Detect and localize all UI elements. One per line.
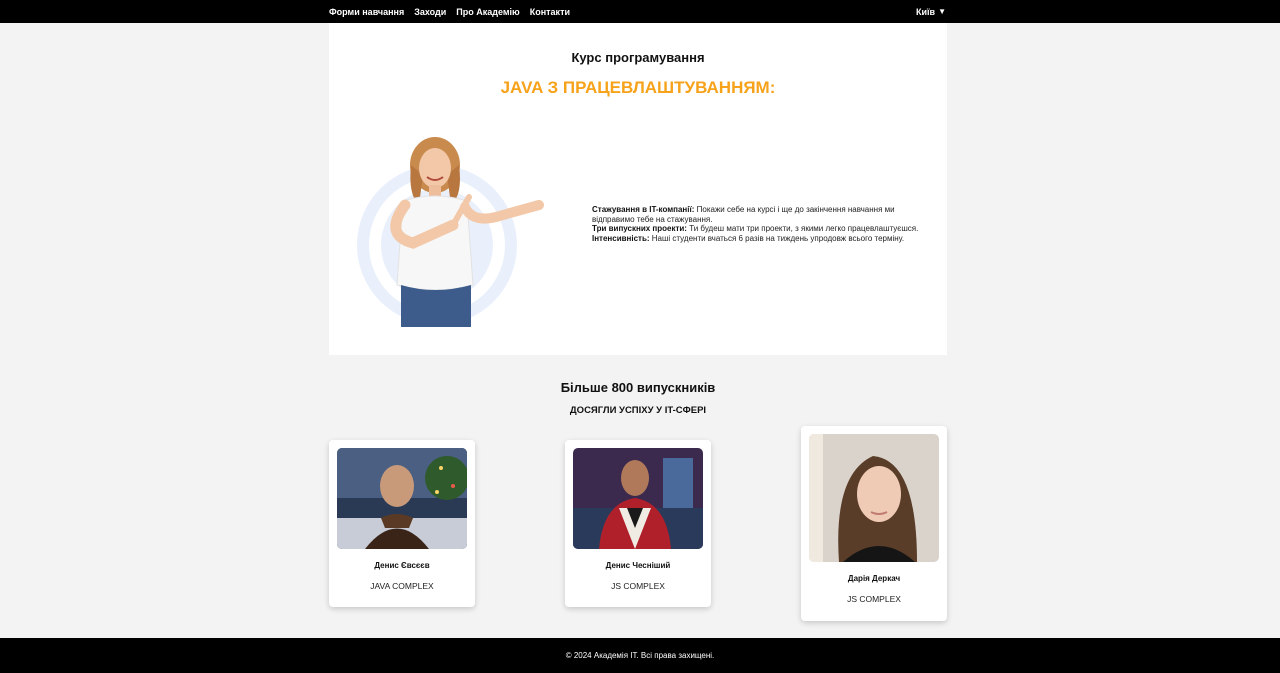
graduate-photo [573,448,703,549]
city-selector[interactable]: Київ ▼ [916,0,946,23]
graduate-course: JAVA COMPLEX [370,581,434,591]
feature-projects: Три випускних проекти: Ти будеш мати три… [592,224,919,233]
graduates-title: Більше 800 випускників [560,380,716,395]
graduate-course: JS COMPLEX [611,581,665,591]
graduate-card[interactable]: Денис Чесніший JS COMPLEX [565,440,711,607]
graduate-photo [809,434,939,562]
nav-item-study-forms[interactable]: Форми навчання [329,7,404,17]
hero-section: Курс програмування JAVA З ПРАЦЕВЛАШТУВАН… [329,23,947,355]
hero-subtitle: Курс програмування [571,50,705,65]
feature-intensity: Інтенсивність: Наші студенти вчаться 6 р… [592,233,905,243]
graduate-name: Денис Чесніший [605,561,671,570]
nav-item-events[interactable]: Заходи [414,7,446,17]
main-nav: Форми навчання Заходи Про Академію Конта… [329,0,570,23]
footer: © 2024 Академія IT. Всі права захищені. [0,638,1280,673]
graduate-card[interactable]: Дарія Деркач JS COMPLEX [801,426,947,621]
hero-title: JAVA З ПРАЦЕВЛАШТУВАННЯМ: [500,78,776,97]
hero-features: Стажування в IT-компанії: Покажи себе на… [592,205,937,243]
city-label: Київ [915,6,936,17]
top-nav-bar: Форми навчання Заходи Про Академію Конта… [0,0,1280,23]
graduate-photo [337,448,467,549]
graduate-card[interactable]: Денис Євсєєв JAVA COMPLEX [329,440,475,607]
graduate-name: Денис Євсєєв [374,561,430,570]
graduates-subtitle: ДОСЯГЛИ УСПІХУ У IT-СФЕРІ [569,405,707,416]
footer-copyright: © 2024 Академія IT. Всі права захищені. [565,651,715,660]
chevron-down-icon: ▼ [938,7,946,16]
graduate-name: Дарія Деркач [847,574,901,583]
nav-item-about[interactable]: Про Академію [456,7,519,17]
hero-woman-pointing-image [353,135,553,327]
graduate-course: JS COMPLEX [847,594,901,604]
feature-internship: Стажування в IT-компанії: Покажи себе на… [592,205,895,224]
nav-item-contacts[interactable]: Контакти [530,7,570,17]
